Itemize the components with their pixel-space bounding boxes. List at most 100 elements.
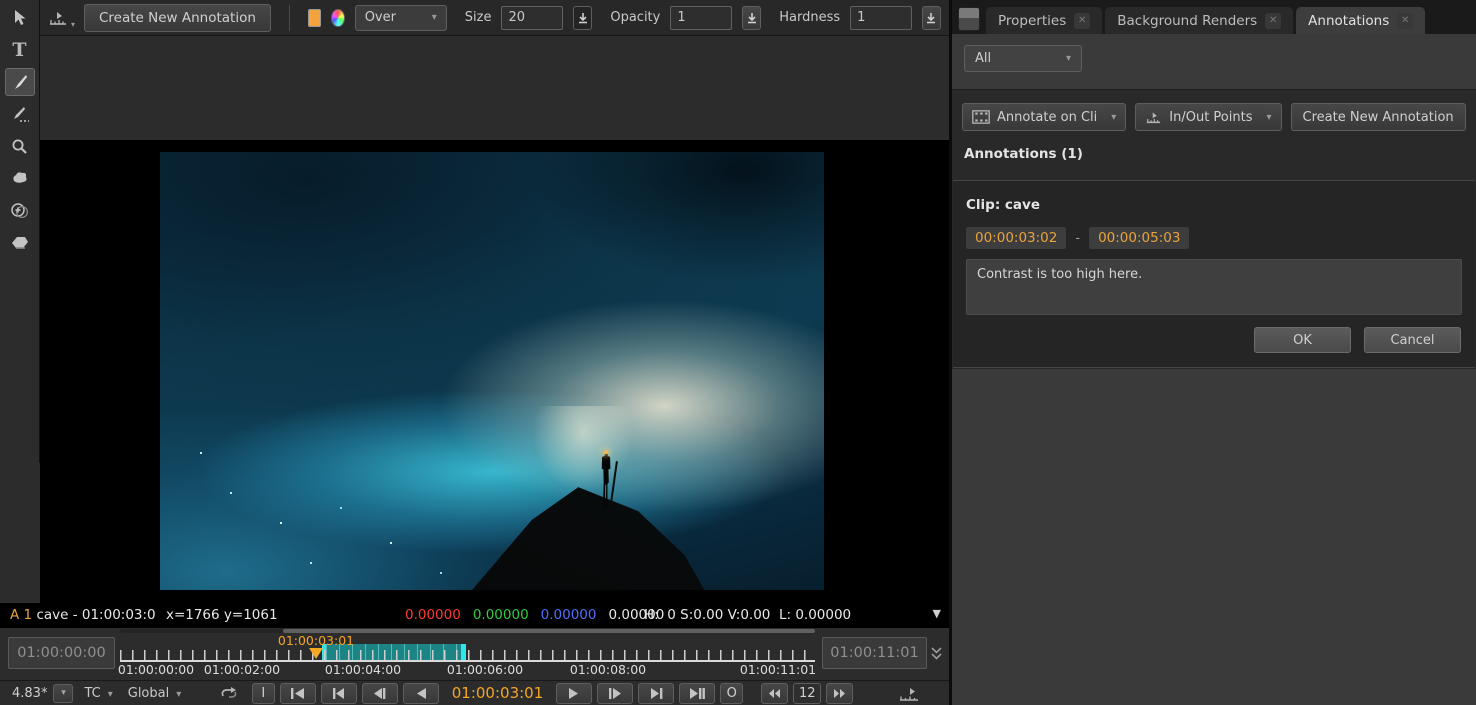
brush-tool[interactable]: [5, 68, 35, 96]
fps-value[interactable]: 12: [793, 683, 821, 704]
flipbook-export-icon[interactable]: [898, 686, 920, 702]
clone-tool[interactable]: [5, 196, 35, 224]
status-track: 1: [24, 607, 33, 623]
color-wheel-icon[interactable]: [331, 9, 345, 27]
hardness-input[interactable]: 1: [850, 6, 912, 30]
playhead-timecode-label: 01:00:03:01: [278, 633, 354, 648]
marker-tool[interactable]: [5, 100, 35, 128]
blob-icon: [11, 171, 29, 185]
increase-fps-button[interactable]: [826, 683, 853, 704]
step-back-icon: [372, 688, 387, 699]
viewer-pane: Sequence 1 ✕ Viewer1 ✕ Export Queue ✕ rg…: [0, 0, 949, 705]
annotation-note-input[interactable]: Contrast is too high here.: [966, 259, 1462, 315]
timecode-mode-select[interactable]: TC: [84, 686, 112, 701]
opacity-label: Opacity: [610, 10, 660, 25]
panel-empty-area: [952, 369, 1476, 705]
eraser-tool[interactable]: [5, 228, 35, 256]
annotation-out-timecode[interactable]: 00:00:05:03: [1089, 227, 1189, 249]
pixel-green-value: 0.00000: [473, 607, 529, 623]
opacity-default-button[interactable]: [742, 6, 761, 30]
skip-start-icon: [290, 688, 305, 699]
select-tool[interactable]: [5, 4, 35, 32]
size-input[interactable]: 20: [501, 6, 563, 30]
application-window: Sequence 1 ✕ Viewer1 ✕ Export Queue ✕ rg…: [0, 0, 1476, 705]
fill-tool[interactable]: [5, 164, 35, 192]
blend-mode-select[interactable]: Over: [355, 5, 447, 31]
skip-to-start-button[interactable]: [280, 683, 316, 704]
timeline-start-timecode[interactable]: 01:00:00:00: [8, 637, 115, 669]
size-default-button[interactable]: [573, 6, 592, 30]
mark-in-button[interactable]: I: [252, 683, 275, 704]
foreground-rock: [160, 152, 824, 590]
opacity-input[interactable]: 1: [670, 6, 732, 30]
create-annotation-button-panel[interactable]: Create New Annotation: [1291, 103, 1466, 131]
loop-mode-icon[interactable]: [219, 686, 239, 701]
download-icon: [925, 12, 937, 24]
timecode-separator: -: [1075, 231, 1080, 246]
pane-divider[interactable]: [949, 0, 952, 705]
ruler-tick-label: 01:00:00:00: [118, 662, 194, 677]
pixel-hsvl-values: H: 0 S:0.00 V:0.00 L: 0.00000: [644, 607, 851, 623]
text-tool-icon: T: [12, 39, 26, 61]
status-options-caret[interactable]: ▼: [933, 607, 941, 620]
brush-icon: [11, 73, 29, 91]
right-tab-bar: Properties ✕ Background Renders ✕ Annota…: [952, 0, 1476, 34]
playback-range-select[interactable]: Global: [128, 686, 206, 701]
headlamp-glow: [529, 406, 639, 496]
cancel-button[interactable]: Cancel: [1364, 327, 1461, 353]
annotation-track-button[interactable]: ▾: [48, 9, 68, 26]
step-forward-button[interactable]: [597, 683, 633, 704]
step-back-button[interactable]: [362, 683, 398, 704]
eraser-icon: [11, 235, 29, 250]
tab-background-renders[interactable]: Background Renders ✕: [1105, 7, 1293, 34]
hardness-default-button[interactable]: [922, 6, 941, 30]
viewer-canvas[interactable]: [40, 140, 949, 603]
filmstrip-icon: [972, 110, 990, 124]
annotation-actions-row: Annotate on Cli In/Out Points Create New…: [952, 100, 1476, 134]
ruler-ticks: [120, 650, 815, 660]
status-clip-timecode: cave - 01:00:03:0: [36, 607, 155, 623]
annotation-clip-title: Clip: cave: [966, 197, 1040, 213]
brush-color-swatch[interactable]: [308, 9, 322, 27]
filter-row: All: [952, 34, 1476, 90]
hardness-label: Hardness: [779, 10, 840, 25]
download-icon: [746, 12, 758, 24]
skip-to-end-button[interactable]: [679, 683, 715, 704]
rewind-icon: [768, 689, 781, 698]
timeline-ruler[interactable]: 01:00:03:01 01:00:00:00 01:00:02:00 01:0…: [120, 632, 815, 678]
annotate-on-select[interactable]: Annotate on Cli: [962, 103, 1126, 131]
annotation-filter-select[interactable]: All: [964, 45, 1082, 72]
tab-label: Properties: [998, 13, 1066, 29]
playback-speed[interactable]: 4.83* ▾: [6, 683, 73, 703]
close-icon[interactable]: ✕: [1265, 13, 1281, 29]
speed-caret-button[interactable]: ▾: [53, 684, 73, 703]
chevron-double-down-icon[interactable]: [930, 646, 943, 661]
decrease-fps-button[interactable]: [761, 683, 788, 704]
play-forward-button[interactable]: [556, 683, 592, 704]
play-backward-button[interactable]: [403, 683, 439, 704]
tab-label: Annotations: [1308, 13, 1389, 29]
annotation-in-timecode[interactable]: 00:00:03:02: [966, 227, 1066, 249]
close-icon[interactable]: ✕: [1397, 13, 1413, 29]
mark-out-button[interactable]: O: [720, 683, 743, 704]
clone-icon: [10, 202, 29, 219]
tab-annotations[interactable]: Annotations ✕: [1296, 7, 1425, 34]
pane-handle-icon[interactable]: [958, 7, 980, 31]
create-annotation-button[interactable]: Create New Annotation: [84, 4, 271, 32]
current-timecode[interactable]: 01:00:03:01: [444, 684, 552, 702]
annotations-pane: Properties ✕ Background Renders ✕ Annota…: [952, 0, 1476, 705]
playhead-marker[interactable]: [309, 648, 323, 659]
ruler-tick-label: 01:00:06:00: [447, 662, 523, 677]
next-edit-button[interactable]: [638, 683, 674, 704]
inout-points-select[interactable]: In/Out Points: [1135, 103, 1281, 131]
timeline-end-timecode[interactable]: 01:00:11:01: [822, 637, 927, 669]
ok-button[interactable]: OK: [1254, 327, 1351, 353]
skip-end-icon: [689, 688, 706, 699]
ruler-tick-label: 01:00:04:00: [325, 662, 401, 677]
zoom-tool[interactable]: [5, 132, 35, 160]
tab-properties[interactable]: Properties ✕: [986, 7, 1102, 34]
previous-edit-button[interactable]: [321, 683, 357, 704]
close-icon[interactable]: ✕: [1074, 13, 1090, 29]
timeline-marker-icon: [1145, 110, 1162, 124]
text-tool[interactable]: T: [5, 36, 35, 64]
